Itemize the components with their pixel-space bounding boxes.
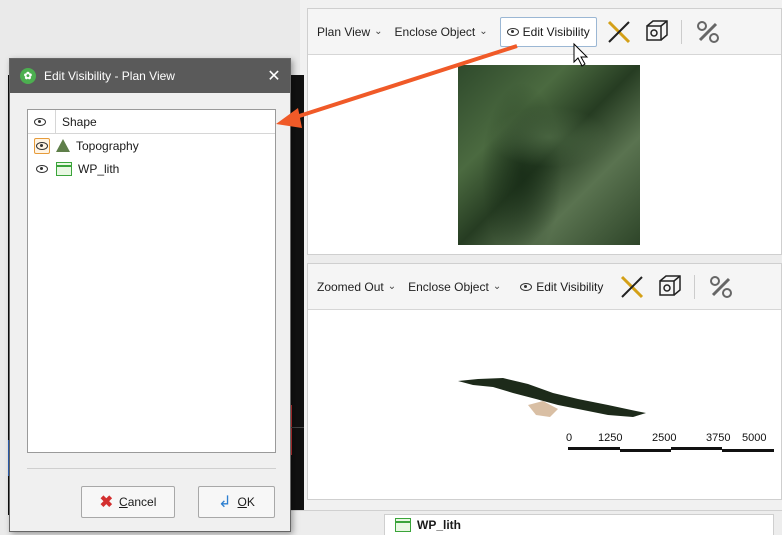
chevron-down-icon: ⌄ <box>374 26 383 37</box>
zoomed-enclose-object-label: Enclose Object <box>408 279 489 294</box>
scale-label: 5000 <box>742 432 767 444</box>
close-button[interactable]: ✕ <box>258 59 290 93</box>
plan-view-satellite-image <box>458 65 640 245</box>
plan-view-panel: Plan View ⌄ Enclose Object ⌄ Edit Visibi… <box>307 8 782 255</box>
eye-icon <box>36 141 48 150</box>
visibility-toggle[interactable] <box>28 137 56 154</box>
zoomed-out-menu[interactable]: Zoomed Out ⌄ <box>317 280 396 294</box>
list-item-label: Topography <box>76 138 139 153</box>
eye-icon <box>520 282 533 291</box>
topography-icon <box>56 139 70 152</box>
chevron-down-icon: ⌄ <box>492 281 502 292</box>
cancel-button[interactable]: ✖ Cancel <box>81 486 175 518</box>
ok-button-label: OK <box>237 495 255 509</box>
scale-label: 3750 <box>706 432 731 444</box>
zoomed-out-toolbar: Zoomed Out ⌄ Enclose Object ⌄ Edit Visib… <box>308 264 781 310</box>
visibility-toggle-plain <box>36 162 48 176</box>
plan-edit-visibility-label: Edit Visibility <box>522 24 590 39</box>
bounding-box-icon[interactable] <box>656 273 684 301</box>
scale-label: 1250 <box>598 432 623 444</box>
plan-enclose-object-menu[interactable]: Enclose Object ⌄ <box>395 25 488 39</box>
zoomed-out-panel: Zoomed Out ⌄ Enclose Object ⌄ Edit Visib… <box>307 263 782 500</box>
dialog-titlebar[interactable]: ✿ Edit Visibility - Plan View ✕ <box>10 59 290 93</box>
scale-label: 0 <box>566 432 573 444</box>
cancel-button-label: Cancel <box>119 495 157 509</box>
plan-edit-visibility-button[interactable]: Edit Visibility <box>499 16 597 47</box>
scale-labels: 0 1250 2500 3750 5000 <box>566 432 776 446</box>
tools-icon[interactable] <box>694 18 722 46</box>
table-icon <box>56 161 72 176</box>
terrain-profile <box>458 378 646 417</box>
eye-icon <box>506 27 519 36</box>
toolbar-separator <box>680 19 682 44</box>
toolbar-separator <box>694 274 696 299</box>
scale-segment <box>568 447 620 450</box>
tools-icon[interactable] <box>707 273 735 301</box>
ok-button[interactable]: ↲ OK <box>198 486 275 518</box>
plan-view-toolbar: Plan View ⌄ Enclose Object ⌄ Edit Visibi… <box>308 9 781 55</box>
shape-list-header: Shape <box>28 109 275 134</box>
zoomed-enclose-object-menu[interactable]: Enclose Object ⌄ <box>408 280 501 294</box>
plan-view-menu[interactable]: Plan View ⌄ <box>317 25 383 39</box>
bottom-tab-bar: WP_lith <box>290 510 782 535</box>
shape-list: Shape Topography WP_lith <box>27 109 276 453</box>
eye-icon <box>36 164 48 173</box>
plan-enclose-object-label: Enclose Object <box>394 24 476 39</box>
scale-segment <box>722 449 774 452</box>
panel-splitter[interactable] <box>307 255 782 263</box>
list-item-topography[interactable]: Topography <box>28 134 275 157</box>
chevron-down-icon: ⌄ <box>479 26 488 37</box>
visibility-toggle-highlighted <box>34 137 50 154</box>
zoomed-edit-visibility-label: Edit Visibility <box>536 279 604 294</box>
list-item-label: WP_lith <box>78 161 120 176</box>
dialog-divider <box>27 468 276 469</box>
visibility-column-header[interactable] <box>28 109 56 134</box>
zoomed-out-menu-label: Zoomed Out <box>317 279 384 294</box>
scale-segment <box>671 447 722 450</box>
tab-wp-lith-label: WP_lith <box>417 518 461 532</box>
enter-arrow-icon: ↲ <box>218 494 232 511</box>
shape-column-header[interactable]: Shape <box>56 115 97 129</box>
dialog-title: Edit Visibility - Plan View <box>44 69 175 83</box>
table-icon <box>395 518 411 532</box>
list-item-wp-lith[interactable]: WP_lith <box>28 157 275 180</box>
zoomed-edit-visibility-button[interactable]: Edit Visibility <box>513 272 610 302</box>
visibility-toggle[interactable] <box>28 162 56 176</box>
plan-view-menu-label: Plan View <box>317 24 371 39</box>
bounding-box-icon[interactable] <box>643 18 671 46</box>
edit-visibility-dialog: ✿ Edit Visibility - Plan View ✕ Shape To… <box>9 58 291 532</box>
app-logo-icon: ✿ <box>20 68 36 84</box>
slice-tool-icon[interactable] <box>618 273 646 301</box>
tab-wp-lith[interactable]: WP_lith <box>384 514 774 535</box>
cancel-x-icon: ✖ <box>99 494 114 511</box>
scale-bar: 0 1250 2500 3750 5000 <box>566 432 776 462</box>
scale-segment <box>620 449 671 452</box>
eye-icon <box>33 117 46 126</box>
slice-tool-icon[interactable] <box>605 18 633 46</box>
scale-label: 2500 <box>652 432 677 444</box>
scale-track <box>568 447 774 452</box>
chevron-down-icon: ⌄ <box>387 281 397 292</box>
